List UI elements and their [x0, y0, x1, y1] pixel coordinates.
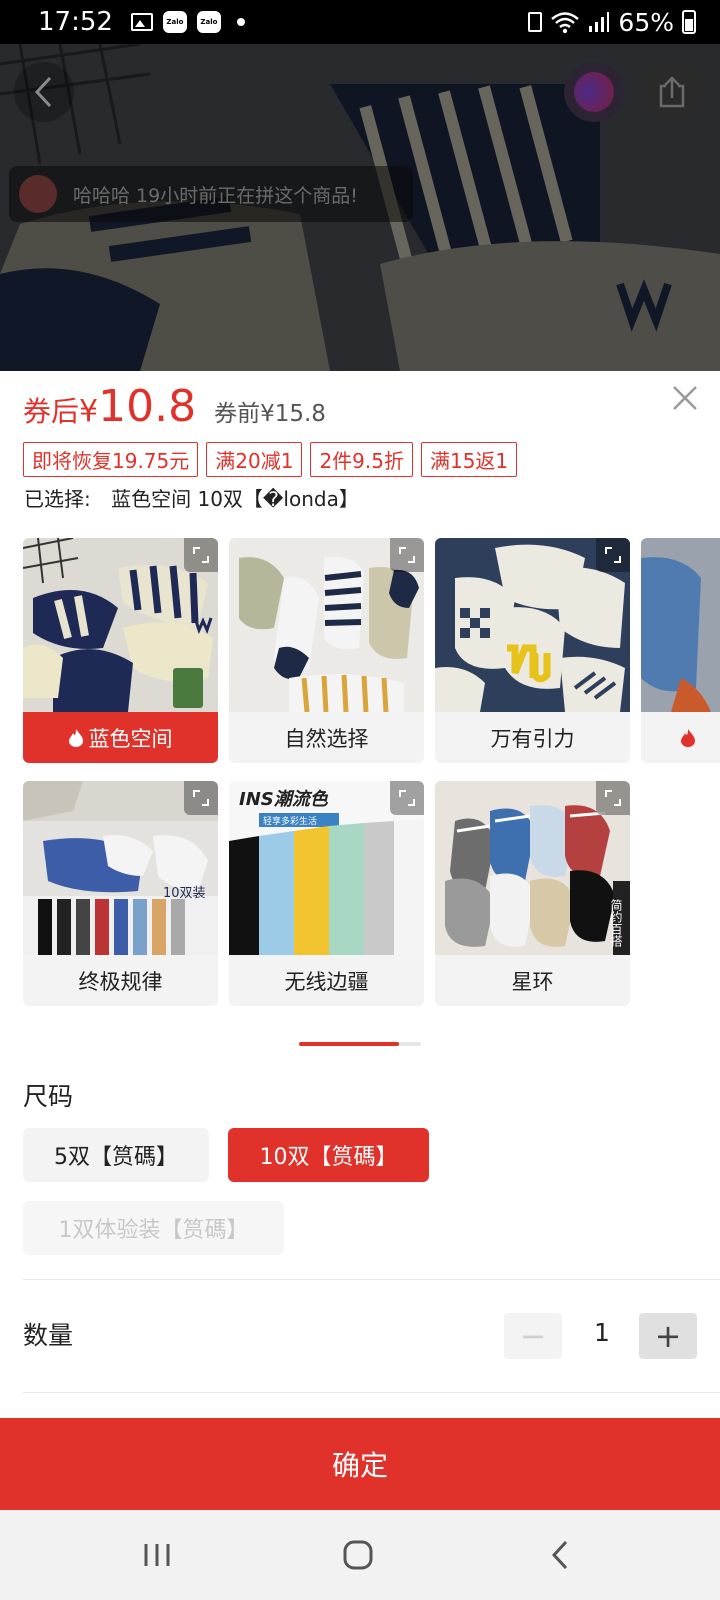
group-buy-notice-text: 哈哈哈 19小时前正在拼这个商品! [73, 184, 358, 207]
variant-label [641, 712, 720, 763]
expand-preview-button[interactable] [184, 538, 218, 572]
promo-tag: 即将恢复19.75元 [23, 442, 199, 477]
variant-label: 自然选择 [229, 712, 424, 763]
expand-icon [399, 790, 415, 806]
expand-preview-button[interactable] [596, 781, 630, 815]
zalo-icon: Zalo [196, 11, 221, 33]
back-button[interactable] [14, 62, 74, 122]
variant-label: 终极规律 [23, 955, 218, 1006]
assistant-orb-button[interactable] [564, 62, 624, 122]
variant-label: 蓝色空间 [23, 712, 218, 763]
notification-dot-icon [236, 18, 245, 26]
pack-badge: 10双装 [163, 886, 206, 901]
orb-icon [574, 72, 614, 112]
price-row: 券后 ¥ 10.8 券前¥15.8 [23, 381, 326, 432]
divider [23, 1279, 720, 1280]
variant-image [641, 538, 720, 712]
recent-apps-icon [144, 1544, 170, 1566]
variant-card-blue-space[interactable]: 蓝色空间 [23, 538, 218, 763]
system-navigation-bar [0, 1510, 720, 1600]
size-section-title: 尺码 [23, 1082, 74, 1111]
selected-value: 蓝色空间 10双【�londa】 [111, 487, 359, 511]
decrease-quantity-button[interactable]: − [504, 1313, 562, 1359]
quantity-label: 数量 [23, 1321, 74, 1350]
expand-preview-button[interactable] [596, 538, 630, 572]
home-icon [343, 1540, 373, 1570]
expand-icon [605, 790, 621, 806]
expand-icon [193, 547, 209, 563]
variant-card-partial[interactable] [641, 538, 720, 763]
close-button[interactable] [670, 383, 700, 413]
battery-percentage: 65% [618, 7, 674, 37]
gallery-icon [130, 13, 153, 31]
variant-label: 无线边疆 [229, 955, 424, 1006]
promo-tag: 满15返1 [420, 442, 518, 477]
home-button[interactable] [338, 1535, 378, 1575]
original-price: 券前¥15.8 [214, 401, 326, 427]
variant-card-wireless-frontier[interactable]: INS潮流色 轻享多彩生活 无线边疆 [229, 781, 424, 1006]
expand-icon [193, 790, 209, 806]
avatar [19, 175, 57, 213]
increase-quantity-button[interactable]: + [639, 1313, 697, 1359]
back-nav-button[interactable] [540, 1535, 580, 1575]
ins-subtitle: 轻享多彩生活 [263, 815, 317, 827]
price-label: 券后 [23, 395, 80, 428]
promo-tag: 满20减1 [206, 442, 303, 477]
signal-icon [589, 12, 610, 32]
status-bar: 17:52 Zalo Zalo 65% [0, 0, 720, 44]
simple-label: 简约百搭 [609, 899, 623, 948]
battery-icon [682, 10, 696, 34]
recent-apps-button[interactable] [137, 1535, 177, 1575]
close-icon [673, 386, 697, 410]
variant-label: 星环 [435, 955, 630, 1006]
variant-scroll-indicator [299, 1042, 421, 1046]
price-currency: ¥ [79, 394, 99, 429]
variant-card-star-ring[interactable]: 简约百搭 星环 [435, 781, 630, 1006]
variant-grid: 蓝色空间 自然选择 万有引力 10双装 终极规律 INS潮流色 轻享多彩生活 无… [23, 538, 720, 1008]
divider [23, 1392, 720, 1393]
product-hero-image[interactable]: 哈哈哈 19小时前正在拼这个商品! [0, 44, 720, 371]
selected-label: 已选择: [24, 487, 91, 511]
ins-title: INS潮流色 [239, 789, 329, 810]
promo-tag: 2件9.5折 [310, 442, 413, 477]
battery-saver-icon [528, 12, 543, 32]
variant-label-text: 蓝色空间 [88, 726, 173, 751]
fire-icon [68, 728, 83, 747]
expand-preview-button[interactable] [184, 781, 218, 815]
back-nav-icon [551, 1540, 568, 1570]
confirm-button[interactable]: 确定 [0, 1418, 720, 1510]
share-button[interactable] [642, 62, 702, 122]
zalo-icon: Zalo [162, 11, 187, 33]
variant-card-natural-selection[interactable]: 自然选择 [229, 538, 424, 763]
size-option-10-pairs[interactable]: 10双【筼碼】 [228, 1128, 429, 1182]
share-icon [659, 76, 685, 108]
expand-icon [399, 547, 415, 563]
size-option-trial-pack: 1双体验装【筼碼】 [23, 1201, 284, 1255]
fire-icon [681, 728, 695, 747]
expand-preview-button[interactable] [390, 781, 424, 815]
scroll-thumb [299, 1042, 399, 1046]
group-buy-notice: 哈哈哈 19小时前正在拼这个商品! [9, 166, 413, 222]
variant-card-universal-gravity[interactable]: 万有引力 [435, 538, 630, 763]
promo-tags: 即将恢复19.75元 满20减1 2件9.5折 满15返1 [23, 442, 518, 477]
clock: 17:52 [38, 7, 113, 37]
expand-icon [605, 547, 621, 563]
quantity-value[interactable]: 1 [584, 1318, 620, 1347]
variant-card-ultimate-law[interactable]: 10双装 终极规律 [23, 781, 218, 1006]
variant-label: 万有引力 [435, 712, 630, 763]
price-value: 10.8 [98, 381, 197, 432]
selected-summary: 已选择: 蓝色空间 10双【�londa】 [24, 483, 359, 512]
back-arrow-icon [34, 76, 52, 108]
wifi-icon [551, 12, 580, 34]
expand-preview-button[interactable] [390, 538, 424, 572]
size-option-5-pairs[interactable]: 5双【筼碼】 [23, 1128, 209, 1182]
